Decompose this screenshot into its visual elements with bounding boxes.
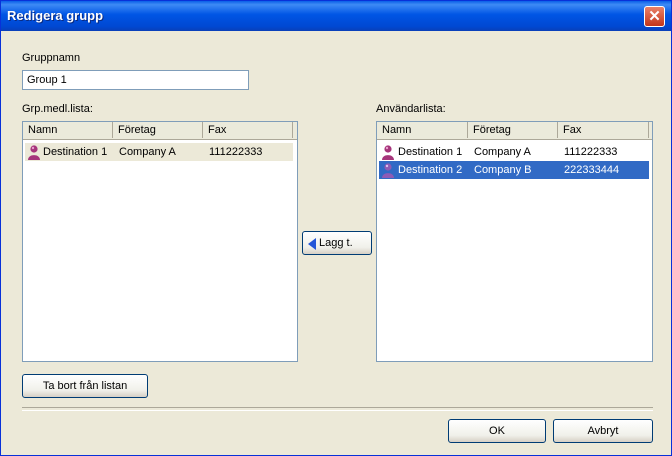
list-item[interactable]: Destination 1 Company A 111222333 [379,143,649,161]
column-header-company[interactable]: Företag [468,122,558,138]
column-header-company[interactable]: Företag [113,122,203,138]
user-list-header: Namn Företag Fax [377,122,652,140]
user-company: Company B [474,164,532,176]
edit-group-dialog: Redigera grupp ✕ Gruppnamn Group 1 Grp.m… [0,0,672,456]
arrow-left-icon [308,238,316,250]
remove-button-label: Ta bort från listan [42,380,128,392]
user-list[interactable]: Namn Företag Fax Destination 1 Company A… [376,121,653,362]
member-fax: 111222333 [209,146,263,158]
column-header-name[interactable]: Namn [377,122,468,138]
close-icon: ✕ [648,8,661,25]
user-company: Company A [474,146,531,158]
user-icon [28,145,40,160]
column-header-fax[interactable]: Fax [558,122,649,138]
remove-from-list-button[interactable]: Ta bort från listan [22,374,148,398]
user-list-label: Användarlista: [376,103,446,115]
list-item[interactable]: Destination 2 Company B 222333444 [379,161,649,179]
close-button[interactable]: ✕ [644,6,665,27]
user-name: Destination 2 [398,164,463,176]
member-name: Destination 1 [43,146,108,158]
group-name-input[interactable]: Group 1 [22,70,249,90]
add-button[interactable]: Lagg t. [302,231,372,255]
user-fax: 111222333 [564,146,618,158]
user-name: Destination 1 [398,146,463,158]
dialog-title: Redigera grupp [7,8,104,23]
member-list[interactable]: Namn Företag Fax Destination 1 Company A… [22,121,298,362]
user-icon [382,145,394,160]
title-bar[interactable]: Redigera grupp ✕ [1,1,671,31]
user-icon [382,163,394,178]
member-company: Company A [119,146,176,158]
cancel-button[interactable]: Avbryt [553,419,653,443]
group-name-label: Gruppnamn [22,52,81,64]
ok-button[interactable]: OK [448,419,546,443]
ok-button-label: OK [489,425,505,437]
column-header-fax[interactable]: Fax [203,122,293,138]
separator [22,407,653,411]
member-list-label: Grp.medl.lista: [22,103,93,115]
user-fax: 222333444 [564,164,620,176]
list-item[interactable]: Destination 1 Company A 111222333 [25,143,293,161]
member-list-header: Namn Företag Fax [23,122,297,140]
column-header-name[interactable]: Namn [23,122,113,138]
cancel-button-label: Avbryt [587,425,619,437]
add-button-label: Lagg t. [319,237,353,249]
